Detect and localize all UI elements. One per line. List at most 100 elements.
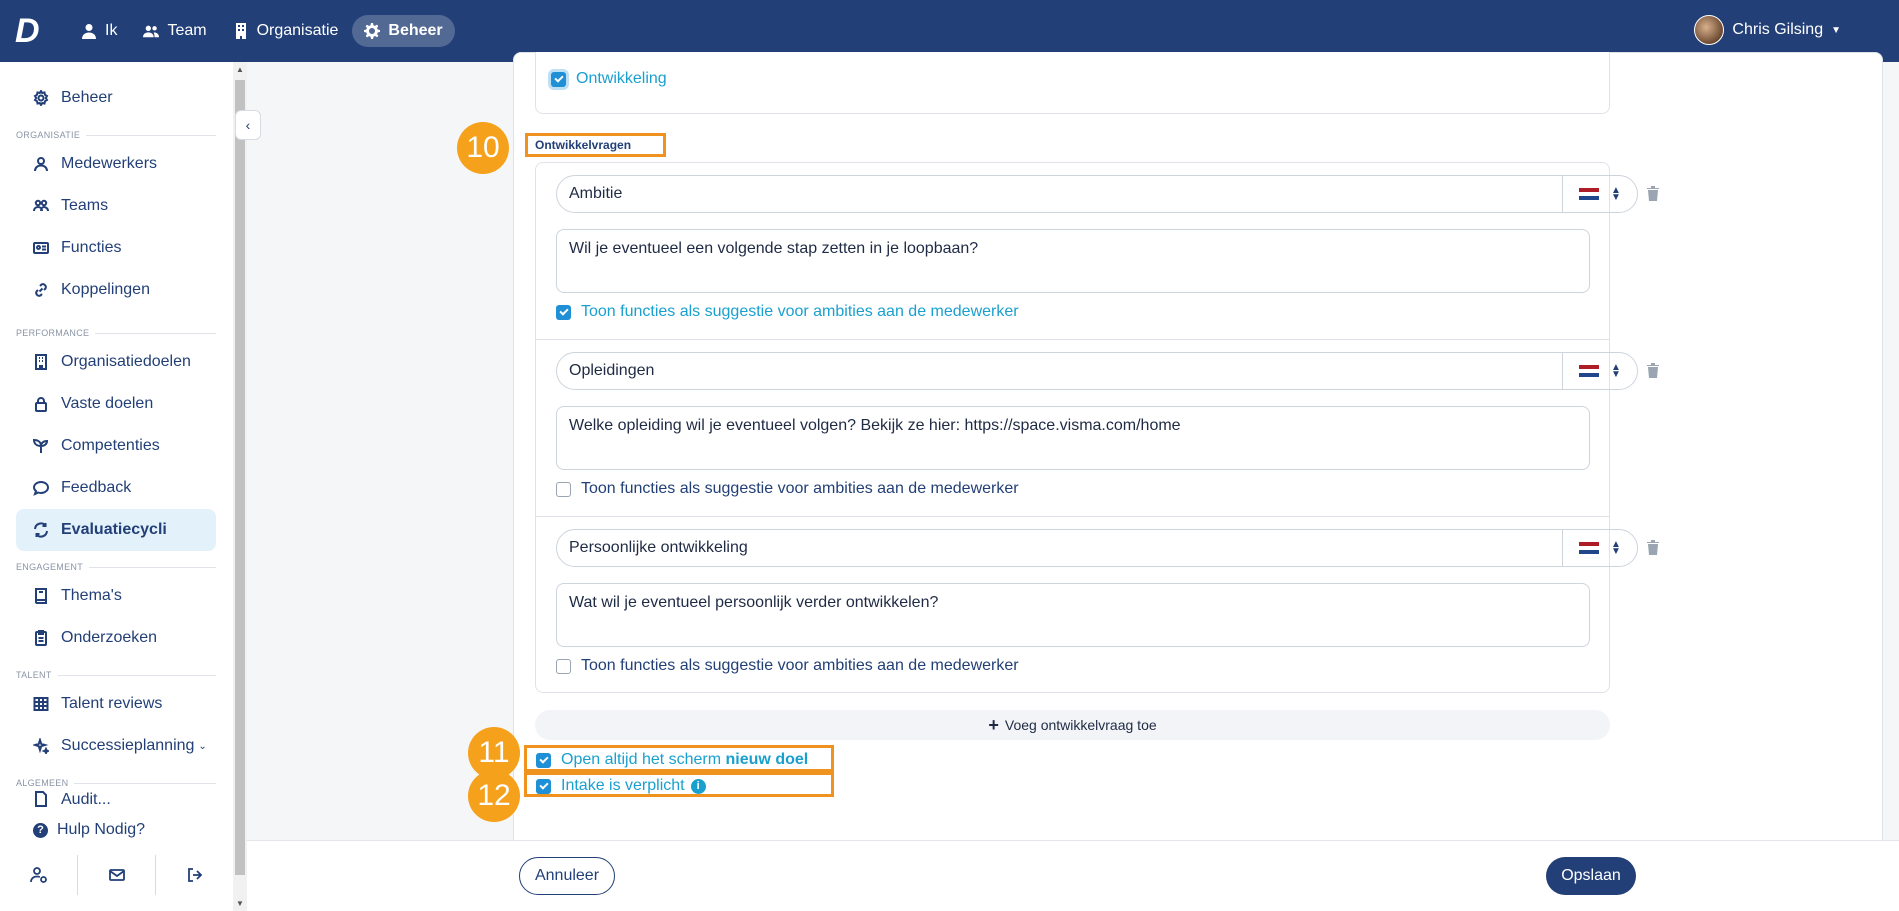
- sidebar-item-label: Functies: [61, 239, 122, 256]
- question-block: Ambitie ▲ ▼ Wil je eventueel een volgende…: [536, 163, 1659, 340]
- cancel-button[interactable]: Annuleer: [519, 857, 615, 895]
- question-block: Persoonlijke ontwikkeling ▲ ▼ Wat wil je …: [536, 517, 1659, 694]
- sidebar-item-talent-reviews[interactable]: Talent reviews: [16, 683, 216, 725]
- nav-ik[interactable]: Ik: [69, 15, 129, 47]
- sprout-icon: [33, 438, 49, 453]
- user-icon: [34, 157, 48, 172]
- question-icon: ?: [33, 822, 48, 838]
- language-select[interactable]: ▲ ▼: [1562, 175, 1638, 213]
- sidebar-item-label: Koppelingen: [61, 281, 150, 298]
- nav-team-label: Team: [167, 22, 207, 39]
- id-card-icon: [33, 242, 49, 254]
- users-icon: [143, 25, 160, 38]
- mail-icon[interactable]: [78, 855, 156, 895]
- step-badge-12: 12: [468, 770, 520, 822]
- app-logo[interactable]: D: [15, 14, 47, 48]
- sidebar-item-koppelingen[interactable]: Koppelingen: [16, 269, 216, 311]
- sidebar-item-organisatiedoelen[interactable]: Organisatiedoelen: [16, 341, 216, 383]
- info-icon[interactable]: i: [690, 778, 706, 794]
- language-select[interactable]: ▲ ▼: [1562, 352, 1638, 390]
- sidebar-item-label: Successieplanning: [61, 737, 195, 754]
- plus-icon: +: [988, 714, 999, 735]
- save-button[interactable]: Opslaan: [1546, 857, 1636, 895]
- sidebar-item-functies[interactable]: Functies: [16, 227, 216, 269]
- sidebar-scrollbar[interactable]: ▲ ▼: [233, 62, 247, 911]
- sidebar-item-label: Competenties: [61, 437, 160, 454]
- sidebar-item-evaluatiecycli[interactable]: Evaluatiecycli: [16, 509, 216, 551]
- scroll-up-icon[interactable]: ▲: [236, 65, 244, 74]
- sidebar-bottom-actions: [0, 855, 233, 895]
- building-icon: [235, 23, 246, 39]
- sidebar-item-successieplanning[interactable]: Successieplanning ⌄: [16, 725, 216, 767]
- suggest-functions-checkbox[interactable]: Toon functies als suggestie voor ambitie…: [556, 480, 1019, 498]
- checkbox-icon[interactable]: [551, 71, 566, 87]
- question-text-area[interactable]: Wil je eventueel een volgende stap zette…: [556, 229, 1590, 293]
- checkbox-label: Toon functies als suggestie voor ambitie…: [581, 480, 1019, 497]
- trash-icon[interactable]: [1646, 185, 1660, 201]
- nav-beheer-label: Beheer: [388, 22, 443, 39]
- sidebar-section-algemeen: ALGEMEEN: [16, 778, 216, 788]
- add-question-label: Voeg ontwikkelvraag toe: [1004, 717, 1157, 733]
- language-select[interactable]: ▲ ▼: [1562, 529, 1638, 567]
- question-title-input[interactable]: Opleidingen: [556, 352, 1563, 390]
- sidebar-item-label: Teams: [61, 197, 109, 214]
- nav-organisatie[interactable]: Organisatie: [221, 15, 351, 47]
- user-settings-icon[interactable]: [0, 855, 78, 895]
- question-title-input[interactable]: Persoonlijke ontwikkeling: [556, 529, 1563, 567]
- logout-icon[interactable]: [156, 855, 233, 895]
- users-icon: [33, 199, 49, 212]
- gear-icon: [33, 90, 49, 106]
- sidebar-item-feedback[interactable]: Feedback: [16, 467, 216, 509]
- checkbox-ontwikkeling[interactable]: Ontwikkeling: [551, 70, 667, 88]
- checkbox-icon[interactable]: [536, 752, 551, 768]
- sidebar-item-beheer[interactable]: Beheer: [16, 77, 216, 119]
- help-label: Hulp Nodig?: [57, 821, 146, 838]
- nav-team[interactable]: Team: [131, 15, 218, 47]
- scroll-down-icon[interactable]: ▼: [236, 899, 244, 908]
- suggest-functions-checkbox[interactable]: Toon functies als suggestie voor ambitie…: [556, 303, 1019, 321]
- user-menu[interactable]: Chris Gilsing ▼: [1694, 15, 1841, 45]
- sidebar-item-label: Evaluatiecycli: [61, 521, 167, 538]
- nav-beheer[interactable]: Beheer: [352, 15, 455, 47]
- checkbox-label: Toon functies als suggestie voor ambitie…: [581, 657, 1019, 674]
- building-icon: [35, 354, 47, 370]
- question-title-input[interactable]: Ambitie: [556, 175, 1563, 213]
- open-new-goal-checkbox[interactable]: Open altijd het scherm nieuw doel: [536, 751, 808, 769]
- sort-icon: ▲ ▼: [1611, 362, 1621, 380]
- question-block: Opleidingen ▲ ▼ Welke opleiding wil je ev…: [536, 340, 1659, 517]
- sidebar-item-label: Medewerkers: [61, 155, 158, 172]
- checkbox-label: Toon functies als suggestie voor ambitie…: [581, 303, 1019, 320]
- scrollbar-thumb[interactable]: [235, 80, 245, 875]
- sidebar-item-label: Feedback: [61, 479, 132, 496]
- sidebar-item-competenties[interactable]: Competenties: [16, 425, 216, 467]
- question-text-area[interactable]: Wat wil je eventueel persoonlijk verder …: [556, 583, 1590, 647]
- intake-required-checkbox[interactable]: Intake is verplicht i: [536, 777, 706, 795]
- checkbox-icon[interactable]: [556, 658, 571, 674]
- refresh-icon: [34, 522, 48, 538]
- caret-down-icon: ▼: [1831, 24, 1841, 36]
- checkbox-label-prefix: Open altijd het scherm: [561, 751, 722, 768]
- help-link[interactable]: ? Hulp Nodig?: [33, 821, 145, 839]
- sidebar-item-medewerkers[interactable]: Medewerkers: [16, 143, 216, 185]
- section-label-ontwikkelvragen: Ontwikkelvragen: [525, 133, 666, 157]
- sidebar-item-teams[interactable]: Teams: [16, 185, 216, 227]
- trash-icon[interactable]: [1646, 362, 1660, 378]
- sidebar-item-onderzoeken[interactable]: Onderzoeken: [16, 617, 216, 659]
- add-question-button[interactable]: + Voeg ontwikkelvraag toe: [535, 710, 1610, 740]
- checkbox-icon[interactable]: [536, 778, 551, 794]
- question-text-area[interactable]: Welke opleiding wil je eventueel volgen?…: [556, 406, 1590, 470]
- checkbox-icon[interactable]: [556, 304, 571, 320]
- module-card: Ontwikkeling: [535, 52, 1610, 114]
- sort-icon: ▲ ▼: [1611, 185, 1621, 203]
- sidebar-item-label: Thema's: [61, 587, 122, 604]
- suggest-functions-checkbox[interactable]: Toon functies als suggestie voor ambitie…: [556, 657, 1019, 675]
- sidebar-item-audit[interactable]: Audit...: [16, 791, 216, 809]
- sort-icon: ▲ ▼: [1611, 539, 1621, 557]
- trash-icon[interactable]: [1646, 539, 1660, 555]
- nav-ik-label: Ik: [105, 22, 118, 39]
- sidebar-item-vaste-doelen[interactable]: Vaste doelen: [16, 383, 216, 425]
- user-name: Chris Gilsing: [1732, 21, 1824, 38]
- sidebar-item-themas[interactable]: Thema's: [16, 575, 216, 617]
- flag-nl-icon: [1579, 364, 1600, 378]
- checkbox-icon[interactable]: [556, 481, 571, 497]
